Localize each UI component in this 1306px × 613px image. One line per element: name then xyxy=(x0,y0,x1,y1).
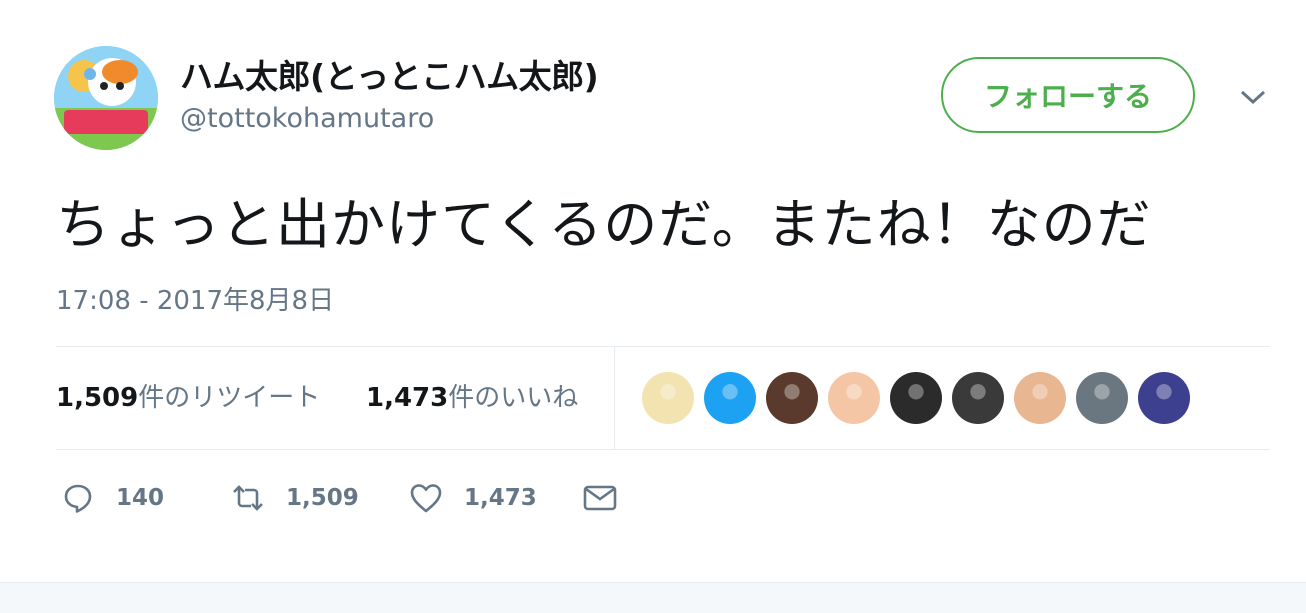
liker-avatar[interactable] xyxy=(1138,372,1190,424)
like-stat[interactable]: 1,473件のいいね xyxy=(366,377,578,414)
display-name[interactable]: ハム太郎(とっとこハム太郎) xyxy=(180,50,599,98)
footer-band xyxy=(0,582,1306,613)
tweet-timestamp[interactable]: 17:08 - 2017年8月8日 xyxy=(56,280,334,317)
retweet-button[interactable]: 1,509 xyxy=(230,478,359,518)
reply-count: 140 xyxy=(116,485,165,511)
more-options-chevron-down-icon[interactable] xyxy=(1236,82,1270,112)
reply-button[interactable]: 140 xyxy=(60,478,164,518)
likers-avatar-list xyxy=(642,372,1190,426)
liker-avatar[interactable] xyxy=(952,372,1004,424)
reply-icon xyxy=(64,484,92,513)
hamtaro-avatar-image xyxy=(54,46,158,150)
like-stat-count: 1,473 xyxy=(366,383,449,413)
tweet-card: ハム太郎(とっとこハム太郎) @tottokohamutaro フォローする ち… xyxy=(0,0,1306,582)
divider xyxy=(56,449,1270,450)
divider xyxy=(56,346,1270,347)
liker-avatar[interactable] xyxy=(1014,372,1066,424)
retweet-count: 1,509 xyxy=(286,485,359,511)
liker-avatar[interactable] xyxy=(642,372,694,424)
direct-message-button[interactable] xyxy=(582,478,618,518)
follow-button[interactable]: フォローする xyxy=(941,57,1195,133)
liker-avatar[interactable] xyxy=(704,372,756,424)
user-handle[interactable]: @tottokohamutaro xyxy=(180,103,434,134)
retweet-stat[interactable]: 1,509件のリツイート xyxy=(56,377,320,414)
liker-avatar[interactable] xyxy=(1076,372,1128,424)
retweet-icon xyxy=(233,485,263,511)
heart-icon xyxy=(410,484,442,513)
retweet-stat-label: 件のリツイート xyxy=(138,383,321,413)
liker-avatar[interactable] xyxy=(766,372,818,424)
like-stat-label: 件のいいね xyxy=(448,383,579,413)
like-button[interactable]: 1,473 xyxy=(408,478,537,518)
envelope-icon xyxy=(583,485,617,511)
retweet-stat-count: 1,509 xyxy=(56,383,139,413)
user-avatar[interactable] xyxy=(54,46,158,150)
like-count: 1,473 xyxy=(464,485,537,511)
liker-avatar[interactable] xyxy=(828,372,880,424)
divider xyxy=(614,347,615,449)
tweet-text: ちょっと出かけてくるのだ。またね！なのだ xyxy=(56,193,1152,256)
liker-avatar[interactable] xyxy=(890,372,942,424)
